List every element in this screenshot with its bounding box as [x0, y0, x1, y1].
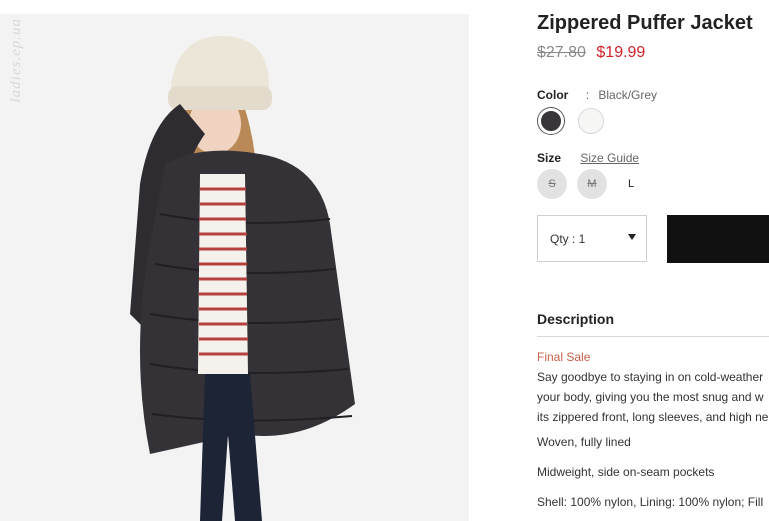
- model-illustration: [0, 14, 469, 521]
- description-line: Say goodbye to staying in on cold-weathe…: [537, 370, 764, 384]
- size-row: Size Size Guide: [537, 151, 639, 165]
- description-line: your body, giving you the most snug and …: [537, 390, 764, 404]
- size-option-m[interactable]: M: [577, 169, 607, 199]
- description-line: Woven, fully lined: [537, 435, 631, 449]
- watermark: ladies.ep.ua: [8, 18, 24, 103]
- quantity-select[interactable]: Qty : 1: [537, 215, 647, 262]
- description-line: its zippered front, long sleeves, and hi…: [537, 410, 769, 424]
- description-heading: Description: [537, 311, 615, 327]
- color-swatch-black-grey[interactable]: [538, 108, 564, 134]
- price-row: $27.80 $19.99: [537, 44, 645, 62]
- selected-color: Black/Grey: [598, 88, 658, 102]
- description-line: Midweight, side on-seam pockets: [537, 465, 715, 479]
- color-row: Color : Black/Grey: [537, 88, 657, 102]
- color-separator: :: [585, 88, 590, 102]
- add-to-bag-button[interactable]: [667, 215, 769, 263]
- sale-price: $19.99: [596, 44, 646, 61]
- color-swatch-cream[interactable]: [578, 108, 604, 134]
- caret-down-icon: [628, 234, 636, 240]
- size-option-l[interactable]: L: [617, 169, 645, 199]
- size-label: Size: [537, 151, 562, 165]
- size-option-s[interactable]: S: [537, 169, 567, 199]
- quantity-value: Qty : 1: [550, 232, 586, 246]
- color-label: Color: [537, 88, 569, 102]
- divider: [537, 336, 769, 337]
- size-guide-link[interactable]: Size Guide: [580, 151, 639, 165]
- original-price: $27.80: [537, 44, 586, 61]
- product-image[interactable]: ladies.ep.ua: [0, 14, 469, 521]
- description-line: Shell: 100% nylon, Lining: 100% nylon; F…: [537, 495, 764, 509]
- product-title: Zippered Puffer Jacket: [537, 12, 753, 34]
- final-sale-label: Final Sale: [537, 350, 591, 364]
